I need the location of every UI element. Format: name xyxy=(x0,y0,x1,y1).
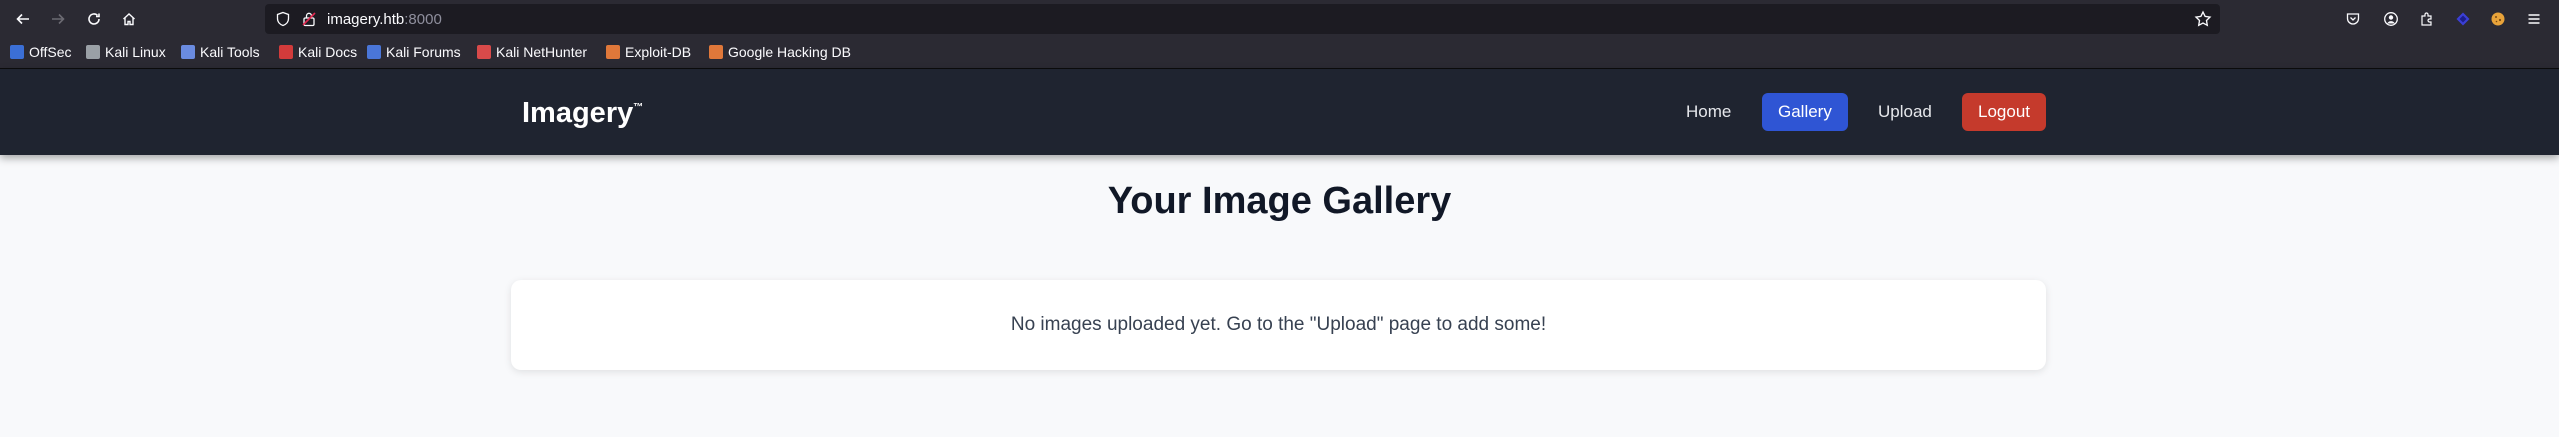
bookmark-label: Google Hacking DB xyxy=(728,44,851,60)
bookmark-label: Kali Tools xyxy=(200,44,260,60)
pocket-icon[interactable] xyxy=(2339,5,2367,33)
offsec-icon xyxy=(10,45,24,59)
bookmark-offsec[interactable]: OffSec xyxy=(10,44,72,60)
bookmarks-bar: OffSec Kali Linux Kali Tools Kali Docs K… xyxy=(0,38,2559,69)
url-port: :8000 xyxy=(404,11,442,28)
page-title: Your Image Gallery xyxy=(1107,180,1452,222)
kali-tools-icon xyxy=(181,45,195,59)
bookmark-kali-linux[interactable]: Kali Linux xyxy=(86,44,166,60)
bookmark-exploit-db[interactable]: Exploit-DB xyxy=(606,44,691,60)
nav-upload-link[interactable]: Upload xyxy=(1862,93,1948,131)
nav-gallery-button[interactable]: Gallery xyxy=(1762,93,1848,131)
url-text[interactable]: imagery.htb:8000 xyxy=(327,11,442,28)
logout-button[interactable]: Logout xyxy=(1962,93,2046,131)
nethunter-icon xyxy=(477,45,491,59)
bookmark-label: Exploit-DB xyxy=(625,44,692,60)
kali-forums-icon xyxy=(367,45,381,59)
bookmark-star-icon[interactable] xyxy=(2194,10,2212,33)
extension-diamond-icon[interactable] xyxy=(2449,5,2477,33)
brand-name: Imagery xyxy=(522,97,634,129)
kali-docs-icon xyxy=(279,45,293,59)
url-bar[interactable]: imagery.htb:8000 xyxy=(265,4,2220,34)
bookmark-kali-docs[interactable]: Kali Docs xyxy=(279,44,357,60)
bookmark-kali-nethunter[interactable]: Kali NetHunter xyxy=(477,44,587,60)
bookmark-label: Kali Linux xyxy=(105,44,166,60)
bookmark-label: OffSec xyxy=(29,44,72,60)
url-host: imagery.htb xyxy=(327,11,405,28)
insecure-lock-icon[interactable] xyxy=(301,11,317,32)
bookmark-label: Kali NetHunter xyxy=(496,44,588,60)
trademark-mark: ™ xyxy=(633,102,644,113)
bookmark-kali-forums[interactable]: Kali Forums xyxy=(367,44,461,60)
bookmark-kali-tools[interactable]: Kali Tools xyxy=(181,44,260,60)
browser-toolbar: imagery.htb:8000 xyxy=(0,0,2559,38)
kali-dragon-icon xyxy=(86,45,100,59)
reload-icon[interactable] xyxy=(80,5,108,33)
gallery-empty-card: No images uploaded yet. Go to the "Uploa… xyxy=(511,280,2046,370)
brand-logo[interactable]: Imagery™ xyxy=(522,97,643,130)
home-icon[interactable] xyxy=(115,5,143,33)
extensions-icon[interactable] xyxy=(2413,5,2441,33)
ghdb-icon xyxy=(709,45,723,59)
bookmark-google-hacking-db[interactable]: Google Hacking DB xyxy=(709,44,851,60)
account-icon[interactable] xyxy=(2377,5,2405,33)
exploit-db-icon xyxy=(606,45,620,59)
bookmark-label: Kali Docs xyxy=(298,44,358,60)
empty-gallery-message: No images uploaded yet. Go to the "Uploa… xyxy=(1010,314,1547,335)
forward-arrow-icon[interactable] xyxy=(44,5,72,33)
site-navbar: Imagery™ Home Gallery Upload Logout xyxy=(0,69,2559,155)
hamburger-menu-icon[interactable] xyxy=(2520,5,2548,33)
nav-home-link[interactable]: Home xyxy=(1670,93,1747,131)
shield-icon[interactable] xyxy=(275,11,291,32)
extension-cookie-icon[interactable] xyxy=(2484,5,2512,33)
bookmark-label: Kali Forums xyxy=(386,44,461,60)
back-arrow-icon[interactable] xyxy=(9,5,37,33)
